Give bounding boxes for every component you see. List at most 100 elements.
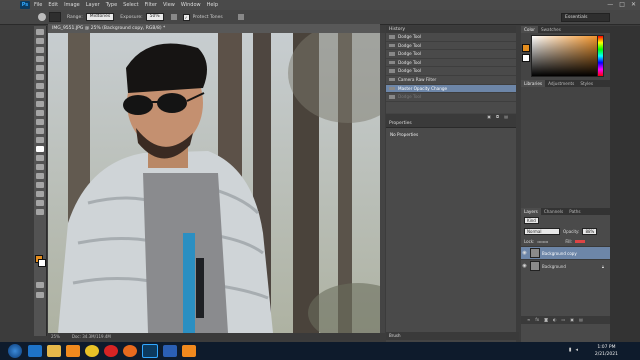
history-item[interactable]: Dodge Tool — [386, 59, 516, 68]
dodge-tool-icon[interactable] — [38, 13, 46, 21]
history-item-active[interactable]: Master Opacity Change — [386, 84, 516, 94]
background-color-swatch[interactable] — [38, 259, 46, 267]
image-canvas[interactable] — [48, 33, 380, 333]
exposure-input[interactable]: 50% — [145, 13, 164, 21]
maximize-button[interactable]: □ — [619, 1, 625, 8]
eye-icon[interactable]: ◉ — [521, 250, 528, 256]
protect-tones-checkbox[interactable]: ✓ — [182, 13, 190, 21]
airbrush-icon[interactable] — [170, 14, 177, 20]
eye-icon[interactable]: ◉ — [521, 263, 528, 269]
fill-slider[interactable] — [575, 240, 586, 243]
menu-select[interactable]: Select — [123, 2, 138, 8]
document-tab[interactable]: IMG_9551.JPG @ 25% (Background copy, RGB… — [48, 24, 380, 33]
type-tool-icon[interactable] — [36, 164, 44, 170]
media-player-icon[interactable] — [66, 345, 80, 357]
menu-view[interactable]: View — [163, 2, 175, 8]
gradient-tool-icon[interactable] — [36, 128, 44, 134]
firefox-icon[interactable] — [123, 345, 137, 357]
history-item[interactable]: Dodge Tool — [386, 67, 516, 76]
history-item[interactable]: Camera Raw Filter — [386, 76, 516, 85]
fx-icon[interactable]: fx — [535, 316, 539, 324]
volume-icon[interactable]: ◂ — [575, 347, 578, 353]
marquee-tool-icon[interactable] — [36, 38, 44, 44]
opera-icon[interactable] — [104, 345, 118, 357]
history-item[interactable]: Dodge Tool — [386, 33, 516, 42]
quick-select-tool-icon[interactable] — [36, 56, 44, 62]
brush-tool-icon[interactable] — [36, 92, 44, 98]
trash-icon[interactable]: ▤ — [579, 316, 583, 324]
taskbar-clock[interactable]: 1:07 PM 2/21/2021 — [595, 344, 618, 358]
hue-slider[interactable] — [597, 35, 604, 77]
tab-swatches[interactable]: Swatches — [538, 26, 564, 33]
ie-icon[interactable] — [28, 345, 42, 357]
move-tool-icon[interactable] — [36, 29, 44, 35]
word-icon[interactable] — [163, 345, 177, 357]
menu-layer[interactable]: Layer — [86, 2, 100, 8]
pen-tool-icon[interactable] — [36, 155, 44, 161]
menu-edit[interactable]: Edit — [48, 2, 58, 8]
brush-panel-tab[interactable]: Brush — [386, 332, 519, 340]
screen-mode-icon[interactable] — [36, 292, 44, 298]
healing-tool-icon[interactable] — [36, 83, 44, 89]
tab-layers[interactable]: Layers — [521, 208, 541, 215]
crop-tool-icon[interactable] — [36, 65, 44, 71]
tab-channels[interactable]: Channels — [541, 208, 566, 215]
adjustment-layer-icon[interactable]: ◐ — [553, 316, 557, 324]
history-item[interactable]: Dodge Tool — [386, 42, 516, 51]
dodge-tool-icon[interactable] — [36, 146, 44, 152]
lock-icon[interactable]: ▫▫▫▫ — [537, 239, 548, 244]
layer-row-background[interactable]: ◉ Background 🔒︎ — [521, 259, 610, 272]
eraser-tool-icon[interactable] — [36, 119, 44, 125]
path-select-tool-icon[interactable] — [36, 173, 44, 179]
tab-adjustments[interactable]: Adjustments — [545, 80, 577, 87]
brush-size-picker[interactable] — [49, 12, 61, 22]
canvas-scrollbar[interactable] — [380, 33, 385, 333]
start-button[interactable] — [8, 344, 22, 358]
clone-stamp-tool-icon[interactable] — [36, 101, 44, 107]
workspace-select[interactable]: Essentials — [561, 13, 610, 22]
menu-filter[interactable]: Filter — [145, 2, 157, 8]
menu-help[interactable]: Help — [207, 2, 218, 8]
opacity-input[interactable]: 88% — [582, 228, 598, 235]
menu-window[interactable]: Window — [181, 2, 201, 8]
new-layer-icon[interactable]: ▣ — [570, 316, 574, 324]
range-select[interactable]: Midtones — [85, 13, 115, 21]
tab-paths[interactable]: Paths — [566, 208, 583, 215]
pressure-icon[interactable] — [237, 14, 244, 20]
layer-filter-select[interactable]: Kind — [524, 217, 539, 224]
menu-image[interactable]: Image — [64, 2, 80, 8]
link-layers-icon[interactable]: ∞ — [527, 316, 530, 324]
foreground-color-swatch[interactable] — [522, 44, 530, 52]
properties-panel-header[interactable]: Properties — [386, 120, 516, 128]
chrome-icon[interactable] — [85, 345, 99, 357]
tab-styles[interactable]: Styles — [577, 80, 596, 87]
close-button[interactable]: ✕ — [631, 1, 636, 8]
blur-tool-icon[interactable] — [36, 137, 44, 143]
history-item[interactable]: Dodge Tool — [386, 50, 516, 59]
more-tools-icon[interactable] — [36, 209, 44, 215]
vlc-icon[interactable] — [182, 345, 196, 357]
explorer-icon[interactable] — [47, 345, 61, 357]
zoom-level[interactable]: 25% — [51, 333, 60, 340]
shape-tool-icon[interactable] — [36, 182, 44, 188]
tab-libraries[interactable]: Libraries — [521, 80, 546, 87]
quick-mask-icon[interactable] — [36, 282, 44, 288]
background-color-swatch[interactable] — [522, 54, 530, 62]
menu-type[interactable]: Type — [106, 2, 117, 8]
zoom-tool-icon[interactable] — [36, 200, 44, 206]
lasso-tool-icon[interactable] — [36, 47, 44, 53]
mask-icon[interactable]: ◙ — [544, 316, 548, 324]
hand-tool-icon[interactable] — [36, 191, 44, 197]
color-picker-field[interactable] — [531, 35, 603, 77]
history-brush-tool-icon[interactable] — [36, 110, 44, 116]
history-item[interactable]: Dodge Tool — [386, 93, 516, 102]
blend-mode-select[interactable]: Normal — [524, 228, 560, 235]
menu-file[interactable]: File — [34, 2, 42, 8]
network-icon[interactable]: ▮ — [569, 347, 572, 353]
tab-color[interactable]: Color — [521, 26, 538, 33]
eyedropper-tool-icon[interactable] — [36, 74, 44, 80]
minimize-button[interactable]: — — [607, 1, 613, 8]
photoshop-icon[interactable] — [142, 344, 158, 358]
layer-row-background-copy[interactable]: ◉ Background copy — [521, 246, 610, 259]
group-icon[interactable]: ▭ — [562, 316, 566, 324]
